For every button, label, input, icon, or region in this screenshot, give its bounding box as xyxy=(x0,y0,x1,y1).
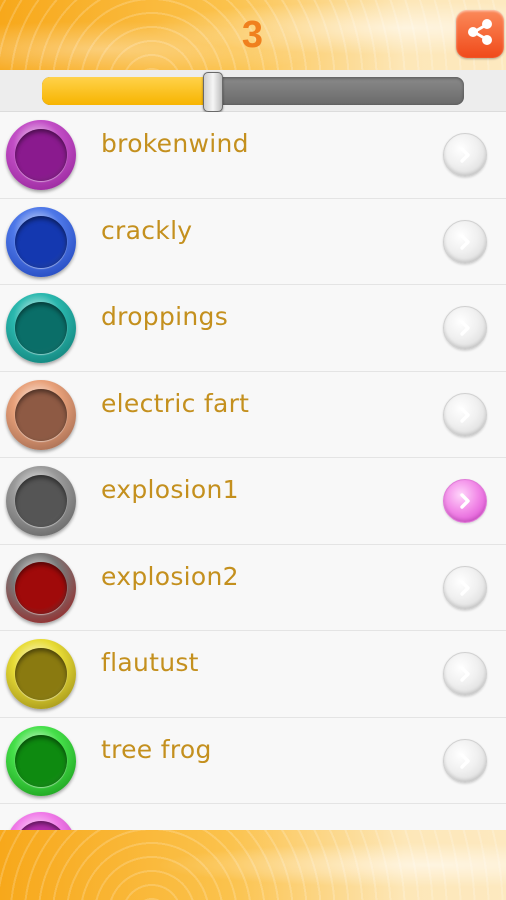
sound-row[interactable]: explosion2 xyxy=(0,544,506,631)
volume-slider-area xyxy=(0,70,506,112)
sound-options-button[interactable] xyxy=(443,306,487,350)
sound-row[interactable]: tree frog xyxy=(0,717,506,804)
sound-row[interactable]: brokenwind xyxy=(0,112,506,199)
sound-options-button[interactable] xyxy=(443,133,487,177)
sound-list: brokenwind crackly droppings electric fart e… xyxy=(0,112,506,830)
sound-options-button[interactable] xyxy=(443,652,487,696)
share-button[interactable] xyxy=(456,10,504,58)
sound-button-face xyxy=(15,648,67,700)
sound-row[interactable]: flautust xyxy=(0,631,506,718)
sound-button-face xyxy=(15,561,67,614)
sound-label: explosion1 xyxy=(101,475,239,504)
volume-slider-thumb[interactable] xyxy=(202,72,223,112)
chevron-right-icon xyxy=(455,405,475,425)
sound-button-face xyxy=(15,821,67,830)
sound-options-button[interactable] xyxy=(443,479,487,523)
volume-slider-fill xyxy=(42,77,213,105)
chevron-right-icon xyxy=(455,145,475,165)
sound-row[interactable]: electric fart xyxy=(0,371,506,458)
sound-label: droppings xyxy=(101,302,229,331)
sound-row[interactable] xyxy=(0,804,506,830)
sound-label: crackly xyxy=(101,215,193,245)
sound-row[interactable]: crackly xyxy=(0,198,506,285)
sound-button-face xyxy=(15,388,67,441)
sound-label: electric fart xyxy=(101,388,250,418)
chevron-right-icon xyxy=(455,664,475,684)
top-bar: 3 xyxy=(0,0,506,70)
share-icon xyxy=(465,17,495,51)
sound-label: tree frog xyxy=(101,734,212,764)
sound-play-button[interactable] xyxy=(6,552,76,623)
sound-row[interactable]: explosion1 xyxy=(0,458,506,545)
chevron-right-icon xyxy=(455,318,475,338)
sound-label: explosion2 xyxy=(101,561,239,591)
sound-play-button[interactable] xyxy=(6,379,76,450)
sound-play-button[interactable] xyxy=(6,812,76,830)
sound-play-button[interactable] xyxy=(6,466,76,536)
sound-button-face xyxy=(15,215,67,268)
sound-options-button[interactable] xyxy=(443,219,487,264)
chevron-right-icon xyxy=(455,751,475,771)
sound-play-button[interactable] xyxy=(6,725,76,796)
sound-label: flautust xyxy=(101,648,199,677)
sound-button-face xyxy=(15,302,67,354)
sound-play-button[interactable] xyxy=(6,206,76,277)
sound-options-button[interactable] xyxy=(443,738,487,783)
sound-label: brokenwind xyxy=(101,129,249,158)
volume-slider-track[interactable] xyxy=(42,77,464,105)
sound-button-face xyxy=(15,734,67,787)
chevron-right-icon xyxy=(455,578,475,598)
sound-options-button[interactable] xyxy=(443,392,487,437)
footer-banner xyxy=(0,830,506,900)
sound-row[interactable]: droppings xyxy=(0,285,506,372)
sound-button-face xyxy=(15,129,67,181)
sound-button-face xyxy=(15,475,67,527)
chevron-right-icon xyxy=(455,491,475,511)
chevron-right-icon xyxy=(455,232,475,252)
sound-play-button[interactable] xyxy=(6,293,76,363)
sound-play-button[interactable] xyxy=(6,639,76,709)
sound-options-button[interactable] xyxy=(443,565,487,610)
counter-value: 3 xyxy=(241,14,265,56)
sound-play-button[interactable] xyxy=(6,120,76,190)
